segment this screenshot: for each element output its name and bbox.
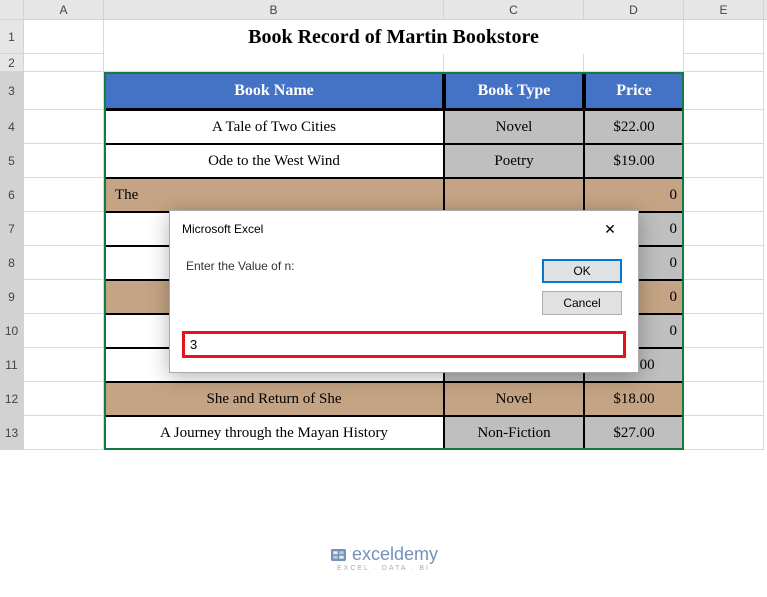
row-header-1[interactable]: 1 [0, 20, 24, 54]
row-headers: 1 2 3 4 5 6 7 8 9 10 11 12 13 [0, 20, 24, 450]
cell-a6[interactable] [24, 178, 104, 212]
cell-d12[interactable]: $18.00 [584, 382, 684, 416]
row-header-7[interactable]: 7 [0, 212, 24, 246]
cell-e11[interactable] [684, 348, 764, 382]
cell-a9[interactable] [24, 280, 104, 314]
row-header-10[interactable]: 10 [0, 314, 24, 348]
cell-b12[interactable]: She and Return of She [104, 382, 444, 416]
row-header-2[interactable]: 2 [0, 54, 24, 72]
cell-b6[interactable]: The [104, 178, 444, 212]
cell-e8[interactable] [684, 246, 764, 280]
cell-e12[interactable] [684, 382, 764, 416]
cell-a10[interactable] [24, 314, 104, 348]
col-header-e[interactable]: E [684, 0, 764, 19]
cell-a4[interactable] [24, 110, 104, 144]
dialog-title-text: Microsoft Excel [182, 222, 263, 236]
cell-e1[interactable] [684, 20, 764, 54]
row-header-5[interactable]: 5 [0, 144, 24, 178]
cell-e3[interactable] [684, 72, 764, 110]
cell-e4[interactable] [684, 110, 764, 144]
cell-d5[interactable]: $19.00 [584, 144, 684, 178]
dialog-prompt: Enter the Value of n: [186, 259, 532, 315]
row-header-9[interactable]: 9 [0, 280, 24, 314]
cell-c2[interactable] [444, 54, 584, 72]
cell-e13[interactable] [684, 416, 764, 450]
spreadsheet: A B C D E 1 2 3 4 5 6 7 8 9 10 11 12 13 … [0, 0, 767, 597]
cell-b4[interactable]: A Tale of Two Cities [104, 110, 444, 144]
ok-button[interactable]: OK [542, 259, 622, 283]
logo-icon [329, 546, 347, 564]
cell-a7[interactable] [24, 212, 104, 246]
cell-c5[interactable]: Poetry [444, 144, 584, 178]
header-book-name[interactable]: Book Name [104, 72, 444, 110]
value-input[interactable] [182, 331, 626, 358]
title-cell[interactable]: Book Record of Martin Bookstore [104, 20, 684, 54]
row-header-6[interactable]: 6 [0, 178, 24, 212]
cell-c13[interactable]: Non-Fiction [444, 416, 584, 450]
cell-a8[interactable] [24, 246, 104, 280]
cell-a13[interactable] [24, 416, 104, 450]
select-all-corner[interactable] [0, 0, 24, 19]
column-headers: A B C D E [0, 0, 767, 20]
row-header-13[interactable]: 13 [0, 416, 24, 450]
col-header-b[interactable]: B [104, 0, 444, 19]
cell-c12[interactable]: Novel [444, 382, 584, 416]
row-header-4[interactable]: 4 [0, 110, 24, 144]
cell-c4[interactable]: Novel [444, 110, 584, 144]
header-price[interactable]: Price [584, 72, 684, 110]
col-header-c[interactable]: C [444, 0, 584, 19]
row-header-8[interactable]: 8 [0, 246, 24, 280]
cell-a5[interactable] [24, 144, 104, 178]
row-header-11[interactable]: 11 [0, 348, 24, 382]
cell-e2[interactable] [684, 54, 764, 72]
cell-b13[interactable]: A Journey through the Mayan History [104, 416, 444, 450]
cell-e10[interactable] [684, 314, 764, 348]
watermark: exceldemy EXCEL · DATA · BI [329, 544, 438, 572]
watermark-tag: EXCEL · DATA · BI [337, 565, 430, 572]
close-icon: ✕ [604, 221, 616, 238]
header-book-type[interactable]: Book Type [444, 72, 584, 110]
row-header-12[interactable]: 12 [0, 382, 24, 416]
col-header-a[interactable]: A [24, 0, 104, 19]
dialog-titlebar[interactable]: Microsoft Excel ✕ [170, 211, 638, 247]
cell-d2[interactable] [584, 54, 684, 72]
cell-d6[interactable]: 0 [584, 178, 684, 212]
watermark-brand: exceldemy [352, 544, 438, 565]
cell-a11[interactable] [24, 348, 104, 382]
cell-a1[interactable] [24, 20, 104, 54]
cell-a3[interactable] [24, 72, 104, 110]
row-header-3[interactable]: 3 [0, 72, 24, 110]
cell-c6[interactable] [444, 178, 584, 212]
cell-d4[interactable]: $22.00 [584, 110, 684, 144]
input-dialog: Microsoft Excel ✕ Enter the Value of n: … [169, 210, 639, 373]
cancel-button[interactable]: Cancel [542, 291, 622, 315]
cell-e5[interactable] [684, 144, 764, 178]
cell-d13[interactable]: $27.00 [584, 416, 684, 450]
cell-b5[interactable]: Ode to the West Wind [104, 144, 444, 178]
cell-a2[interactable] [24, 54, 104, 72]
cell-e7[interactable] [684, 212, 764, 246]
close-button[interactable]: ✕ [590, 217, 630, 241]
cell-b2[interactable] [104, 54, 444, 72]
cell-e6[interactable] [684, 178, 764, 212]
cell-a12[interactable] [24, 382, 104, 416]
cell-e9[interactable] [684, 280, 764, 314]
col-header-d[interactable]: D [584, 0, 684, 19]
